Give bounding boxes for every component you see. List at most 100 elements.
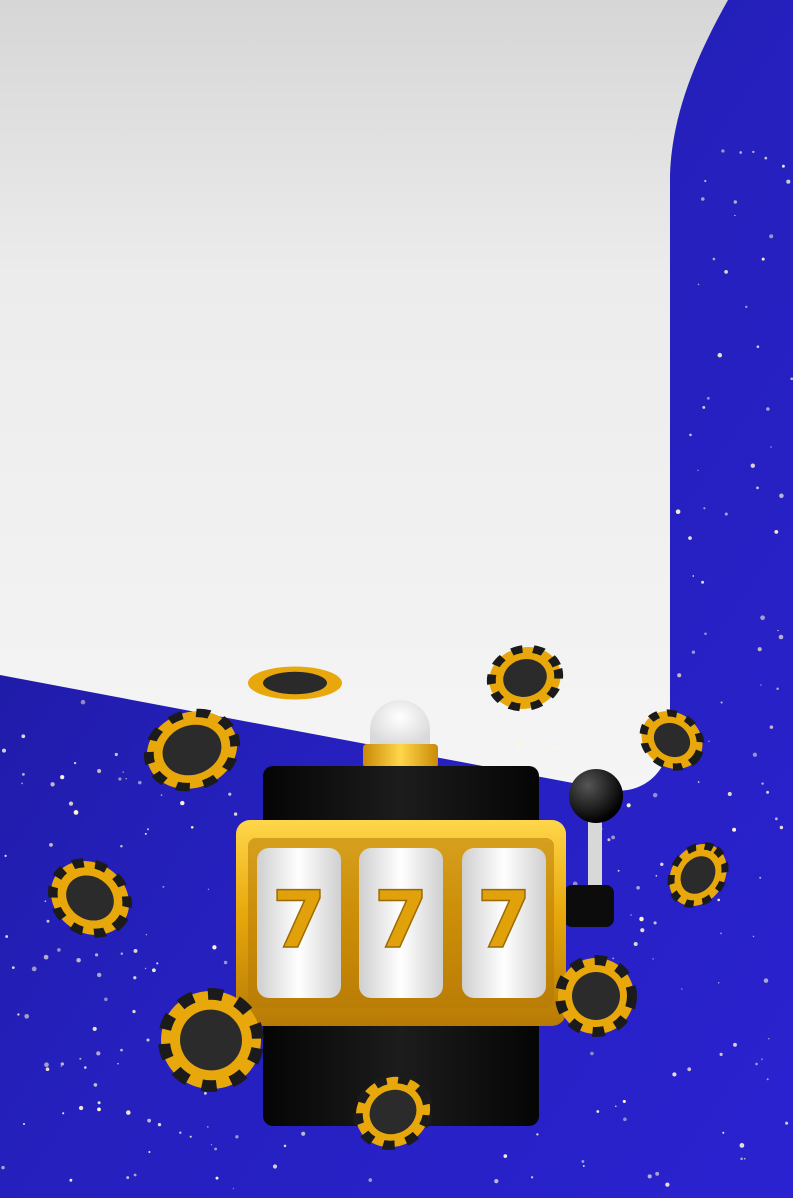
star bbox=[724, 270, 728, 274]
star bbox=[724, 512, 728, 516]
star bbox=[84, 1066, 87, 1069]
star bbox=[756, 345, 760, 349]
star bbox=[720, 932, 722, 935]
star bbox=[126, 1110, 131, 1115]
star bbox=[50, 782, 55, 787]
star bbox=[117, 1062, 119, 1065]
star bbox=[760, 684, 762, 686]
star bbox=[133, 1173, 137, 1177]
star bbox=[721, 149, 725, 153]
star bbox=[596, 1110, 600, 1113]
star bbox=[206, 1126, 209, 1128]
star bbox=[778, 634, 784, 640]
star bbox=[5, 935, 9, 938]
star bbox=[233, 812, 238, 816]
star bbox=[536, 1133, 539, 1136]
star bbox=[60, 774, 65, 780]
reel: 7 bbox=[462, 848, 546, 998]
reel: 7 bbox=[359, 848, 443, 998]
star bbox=[612, 957, 615, 960]
star bbox=[122, 771, 124, 773]
star bbox=[79, 1057, 82, 1060]
star bbox=[660, 862, 664, 867]
star bbox=[4, 854, 7, 857]
star bbox=[189, 1135, 192, 1138]
star bbox=[761, 1058, 763, 1061]
star bbox=[228, 792, 232, 796]
star bbox=[120, 1048, 123, 1052]
star bbox=[69, 1178, 73, 1182]
star bbox=[739, 151, 743, 154]
star bbox=[49, 843, 53, 847]
star bbox=[692, 575, 695, 577]
star bbox=[681, 988, 683, 990]
reel-symbol-3: 7 bbox=[477, 876, 531, 966]
star bbox=[768, 1038, 770, 1040]
casino-chip-icon bbox=[555, 955, 637, 1037]
star bbox=[179, 1131, 182, 1134]
star bbox=[733, 200, 738, 204]
star bbox=[144, 832, 147, 835]
star bbox=[607, 838, 611, 842]
star bbox=[44, 900, 47, 903]
lamp-base bbox=[363, 744, 438, 768]
star bbox=[760, 615, 765, 621]
star bbox=[697, 781, 700, 783]
star bbox=[677, 673, 682, 678]
star bbox=[272, 1164, 278, 1169]
star bbox=[31, 966, 37, 972]
star bbox=[552, 746, 557, 750]
star bbox=[712, 257, 716, 261]
star bbox=[21, 782, 23, 785]
star bbox=[2, 748, 6, 753]
star bbox=[210, 1144, 213, 1146]
star bbox=[655, 1171, 660, 1176]
star bbox=[190, 826, 194, 829]
star bbox=[761, 257, 765, 261]
star bbox=[745, 305, 748, 309]
star bbox=[93, 1083, 98, 1087]
star bbox=[212, 945, 217, 950]
star bbox=[779, 493, 784, 499]
star bbox=[652, 792, 658, 798]
star bbox=[43, 954, 49, 960]
star bbox=[503, 1154, 508, 1158]
star bbox=[581, 1160, 585, 1163]
star bbox=[138, 780, 142, 785]
star bbox=[126, 1176, 130, 1180]
star bbox=[769, 234, 774, 239]
star bbox=[132, 1009, 136, 1014]
star bbox=[770, 446, 772, 448]
star bbox=[92, 1026, 97, 1031]
star bbox=[80, 699, 86, 705]
star bbox=[97, 768, 102, 774]
star bbox=[223, 960, 228, 965]
star bbox=[145, 934, 148, 936]
star bbox=[17, 1013, 20, 1016]
star bbox=[689, 433, 692, 437]
star bbox=[97, 1101, 101, 1105]
star bbox=[697, 283, 700, 286]
star bbox=[785, 1121, 789, 1125]
lever-base bbox=[564, 885, 614, 927]
star bbox=[133, 976, 137, 980]
star bbox=[759, 876, 762, 879]
star bbox=[653, 921, 657, 925]
star bbox=[73, 810, 79, 815]
star bbox=[756, 486, 759, 490]
star bbox=[652, 958, 654, 960]
star bbox=[22, 773, 25, 776]
star bbox=[743, 1157, 746, 1160]
star bbox=[757, 647, 762, 652]
star bbox=[739, 1143, 745, 1148]
star bbox=[640, 928, 645, 933]
star bbox=[691, 650, 696, 654]
star bbox=[146, 1038, 150, 1042]
reel-symbol-2: 7 bbox=[374, 876, 428, 966]
star bbox=[44, 1062, 49, 1068]
star bbox=[615, 1105, 617, 1107]
star bbox=[78, 1105, 84, 1111]
star bbox=[752, 752, 758, 757]
star bbox=[781, 164, 785, 168]
star bbox=[204, 1092, 207, 1095]
